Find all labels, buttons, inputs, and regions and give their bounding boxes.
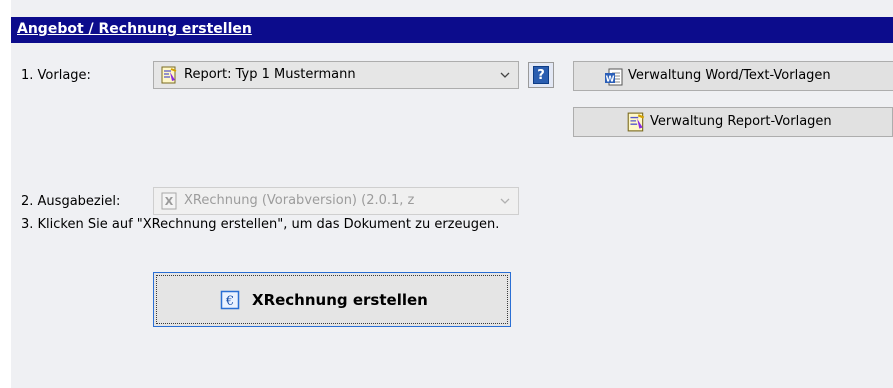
- report-template-icon: [627, 112, 645, 132]
- output-target-select[interactable]: X XRechnung (Vorabversion) (2.0.1, z: [153, 187, 519, 215]
- report-template-icon: [161, 66, 177, 84]
- manage-word-templates-label: Verwaltung Word/Text-Vorlagen: [628, 68, 831, 83]
- create-document-panel: Angebot / Rechnung erstellen 1. Vorlage:…: [11, 0, 893, 388]
- manage-report-templates-button[interactable]: Verwaltung Report-Vorlagen: [573, 107, 893, 137]
- template-select-value: Report: Typ 1 Mustermann: [184, 67, 356, 82]
- word-document-icon: W: [605, 68, 623, 86]
- create-xrechnung-label: XRechnung erstellen: [252, 291, 428, 309]
- create-xrechnung-button[interactable]: € XRechnung erstellen: [153, 272, 511, 327]
- panel-title: Angebot / Rechnung erstellen: [17, 21, 252, 37]
- xrechnung-icon: X: [161, 192, 177, 210]
- instruction-text: 3. Klicken Sie auf "XRechnung erstellen"…: [21, 217, 500, 232]
- chevron-down-icon: [500, 198, 510, 204]
- euro-document-icon: €: [220, 290, 240, 310]
- help-button[interactable]: ?: [528, 62, 554, 88]
- output-target-select-value: XRechnung (Vorabversion) (2.0.1, z: [184, 193, 415, 208]
- output-target-label: 2. Ausgabeziel:: [21, 194, 121, 209]
- manage-report-templates-label: Verwaltung Report-Vorlagen: [650, 114, 832, 129]
- chevron-down-icon: [500, 72, 510, 78]
- template-select[interactable]: Report: Typ 1 Mustermann: [153, 61, 519, 89]
- panel-title-bar: Angebot / Rechnung erstellen: [11, 17, 893, 43]
- svg-text:€: €: [225, 294, 234, 309]
- template-label: 1. Vorlage:: [21, 68, 91, 83]
- svg-text:W: W: [606, 75, 615, 84]
- help-icon: ?: [533, 66, 549, 84]
- manage-word-templates-button[interactable]: W Verwaltung Word/Text-Vorlagen: [573, 61, 893, 91]
- svg-text:X: X: [165, 195, 174, 208]
